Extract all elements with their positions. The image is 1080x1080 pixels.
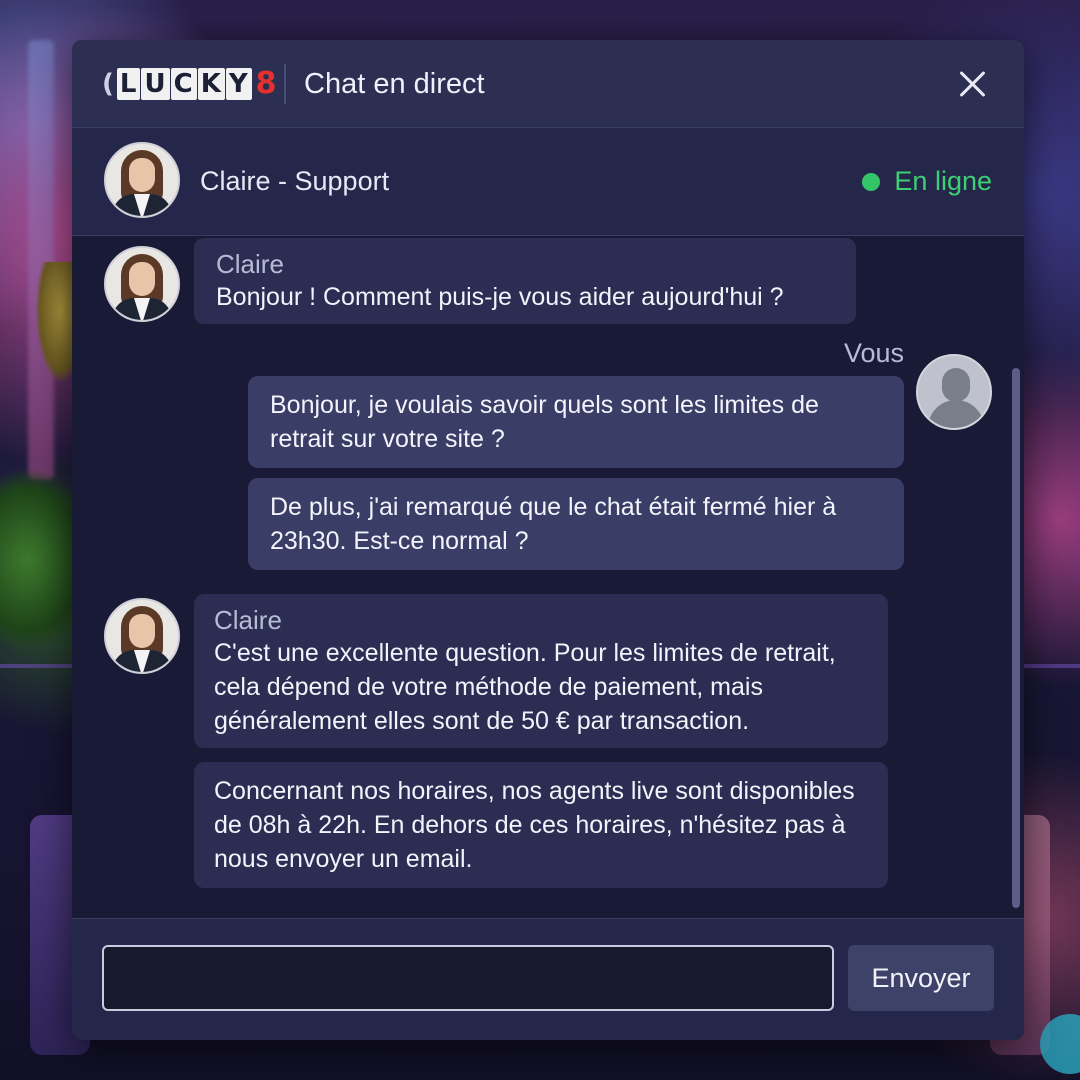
agent-message-bubble: Concernant nos horaires, nos agents live… xyxy=(194,762,888,888)
close-icon[interactable] xyxy=(952,64,992,104)
logo-letter: C xyxy=(170,68,197,100)
logo-letter: Y xyxy=(225,68,252,100)
user-avatar-icon xyxy=(916,354,992,430)
agent-bar: Claire - Support En ligne xyxy=(72,128,1024,236)
chat-title: Chat en direct xyxy=(304,68,485,100)
message-list[interactable]: Claire Bonjour ! Comment puis-je vous ai… xyxy=(72,236,1024,918)
status-indicator: En ligne xyxy=(862,166,992,197)
agent-avatar xyxy=(104,598,180,674)
logo-letter: K xyxy=(197,68,225,100)
send-button[interactable]: Envoyer xyxy=(848,945,994,1011)
agent-avatar xyxy=(104,246,180,322)
chat-window: ( L U C K Y 8 Chat en direct Claire - Su… xyxy=(72,40,1024,1040)
message-text: Bonjour ! Comment puis-je vous aider auj… xyxy=(216,283,784,311)
message-text: Bonjour, je voulais savoir quels sont le… xyxy=(270,391,819,453)
message-text: C'est une excellente question. Pour les … xyxy=(214,639,836,735)
message-sender: Claire xyxy=(216,249,284,279)
scrollbar-thumb[interactable] xyxy=(1012,368,1020,908)
online-dot-icon xyxy=(862,172,881,191)
background-tower xyxy=(28,40,54,480)
message-text: Concernant nos horaires, nos agents live… xyxy=(214,777,855,873)
agent-message-bubble: Claire C'est une excellente question. Po… xyxy=(194,594,888,748)
logo-digit: 8 xyxy=(255,66,278,101)
message-text: De plus, j'ai remarqué que le chat était… xyxy=(270,493,837,555)
agent-avatar xyxy=(104,142,180,218)
message-composer: Envoyer xyxy=(72,918,1024,1040)
logo-letter: L xyxy=(116,68,141,100)
message-input[interactable] xyxy=(102,945,834,1011)
status-text: En ligne xyxy=(894,166,992,196)
agent-name: Claire - Support xyxy=(200,166,390,196)
logo-letter: U xyxy=(141,68,170,100)
message-sender: Vous xyxy=(843,338,904,368)
message-sender: Claire xyxy=(214,605,282,635)
header-divider xyxy=(284,64,286,104)
user-message-bubble: Bonjour, je voulais savoir quels sont le… xyxy=(248,376,904,468)
lucky8-logo: ( L U C K Y 8 xyxy=(102,66,282,102)
user-message-bubble: De plus, j'ai remarqué que le chat était… xyxy=(248,478,904,570)
chat-header: ( L U C K Y 8 Chat en direct xyxy=(72,40,1024,128)
agent-message-bubble: Claire Bonjour ! Comment puis-je vous ai… xyxy=(194,238,856,324)
